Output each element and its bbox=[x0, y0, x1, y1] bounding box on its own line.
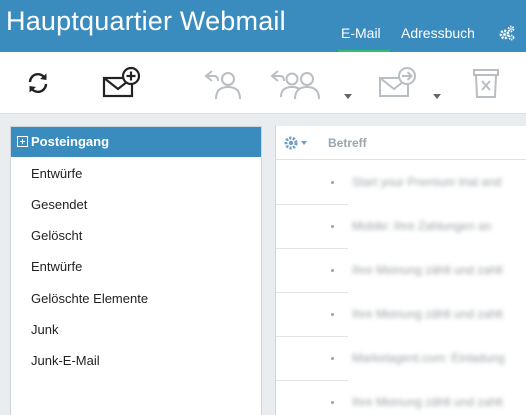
message-subject: Ihre Meinung zählt und zahlt bbox=[352, 395, 503, 409]
message-list-header: Betreff bbox=[276, 126, 526, 160]
message-row[interactable]: Start your Premium trial and bbox=[276, 161, 526, 205]
bullet-icon bbox=[331, 401, 334, 404]
nav-addressbook[interactable]: Adressbuch bbox=[401, 25, 475, 41]
folder-drafts-2[interactable]: Entwürfe bbox=[11, 253, 261, 281]
nav-email[interactable]: E-Mail bbox=[341, 25, 381, 41]
forward-mail-icon bbox=[379, 67, 416, 97]
column-subject[interactable]: Betreff bbox=[328, 136, 367, 150]
refresh-icon bbox=[28, 73, 48, 93]
reply-button[interactable] bbox=[200, 62, 244, 104]
message-list: Betreff Start your Premium trial and Mob… bbox=[275, 126, 526, 415]
delete-icon bbox=[473, 69, 499, 98]
chevron-down-icon bbox=[433, 94, 441, 99]
bullet-icon bbox=[331, 357, 334, 360]
refresh-button[interactable] bbox=[22, 62, 54, 104]
message-subject: Ihre Meinung zählt und zahlt bbox=[352, 263, 503, 277]
gear-icon bbox=[284, 136, 307, 150]
message-subject: Mobile: Ihre Zahlungen an bbox=[352, 219, 492, 233]
folder-sent[interactable]: Gesendet bbox=[11, 191, 261, 219]
folder-inbox[interactable]: Posteingang bbox=[11, 127, 261, 157]
reply-all-icon bbox=[270, 70, 320, 100]
message-subject: Ihre Meinung zählt und zahlt bbox=[352, 307, 503, 321]
folder-drafts[interactable]: Entwürfe bbox=[11, 160, 261, 188]
folder-junk[interactable]: Junk bbox=[11, 316, 261, 344]
app-title: Hauptquartier Webmail bbox=[6, 6, 286, 36]
compose-mail-icon bbox=[102, 66, 141, 98]
message-row[interactable]: Mobile: Ihre Zahlungen an bbox=[276, 205, 526, 249]
folder-deleted-items[interactable]: Gelöschte Elemente bbox=[11, 285, 261, 313]
reply-all-dropdown[interactable] bbox=[343, 88, 353, 99]
delete-button[interactable] bbox=[470, 62, 502, 104]
message-row[interactable]: Ihre Meinung zählt und zahlt bbox=[276, 381, 526, 415]
bullet-icon bbox=[331, 313, 334, 316]
reply-icon bbox=[204, 70, 241, 100]
message-row[interactable]: Ihre Meinung zählt und zahlt bbox=[276, 249, 526, 293]
folder-list: Posteingang Entwürfe Gesendet Gelöscht E… bbox=[10, 126, 262, 415]
app-header: Hauptquartier Webmail E-Mail Adressbuch bbox=[0, 0, 526, 53]
message-row[interactable]: Marketagent.com: Einladung bbox=[276, 337, 526, 381]
list-options-button[interactable] bbox=[283, 135, 307, 151]
message-row[interactable]: Ihre Meinung zählt und zahlt bbox=[276, 293, 526, 337]
reply-all-button[interactable] bbox=[268, 62, 324, 104]
forward-button[interactable] bbox=[376, 62, 420, 104]
message-subject: Start your Premium trial and bbox=[352, 175, 502, 189]
message-subject: Marketagent.com: Einladung bbox=[352, 351, 505, 365]
forward-dropdown[interactable] bbox=[432, 88, 442, 99]
toolbar bbox=[0, 52, 526, 114]
gears-icon[interactable] bbox=[498, 24, 516, 42]
folder-junk-email[interactable]: Junk-E-Mail bbox=[11, 347, 261, 375]
bullet-icon bbox=[331, 181, 334, 184]
compose-button[interactable] bbox=[100, 62, 144, 104]
folder-deleted[interactable]: Gelöscht bbox=[11, 222, 261, 250]
folder-label: Posteingang bbox=[31, 134, 110, 149]
expand-icon[interactable] bbox=[17, 136, 28, 147]
bullet-icon bbox=[331, 225, 334, 228]
bullet-icon bbox=[331, 269, 334, 272]
chevron-down-icon bbox=[344, 94, 352, 99]
